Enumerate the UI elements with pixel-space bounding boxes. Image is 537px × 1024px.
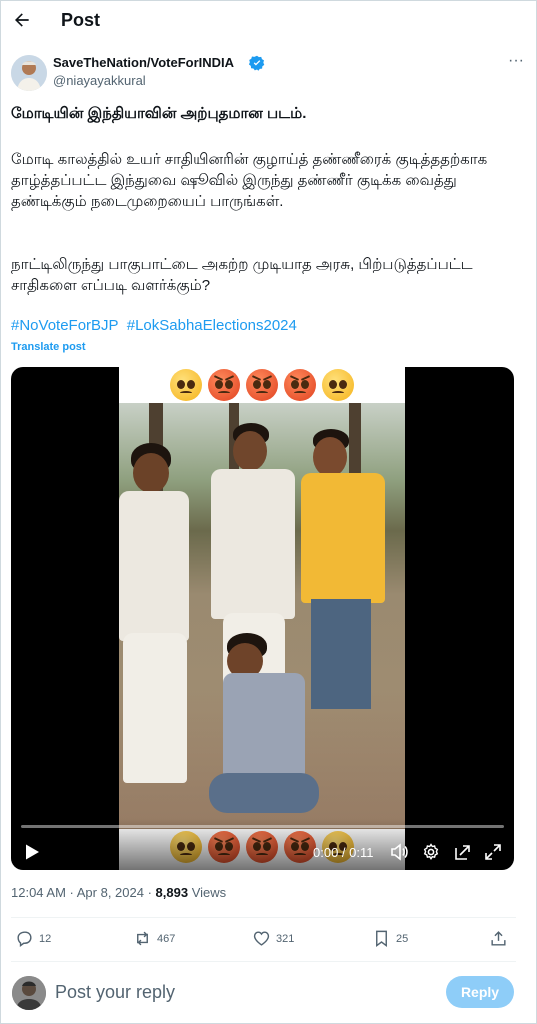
back-arrow-icon[interactable] [9, 7, 35, 33]
fullscreen-icon[interactable] [483, 842, 503, 862]
divider [11, 917, 516, 918]
volume-icon[interactable] [389, 842, 409, 862]
reply-count: 12 [39, 932, 52, 945]
views-label: Views [188, 885, 227, 900]
pleading-face-icon [170, 369, 202, 401]
top-bar: Post [1, 1, 537, 41]
video-progress-bar[interactable] [21, 825, 504, 828]
reply-icon [17, 931, 32, 948]
reply-button[interactable]: Reply [446, 976, 514, 1008]
verified-badge-icon [248, 55, 265, 71]
play-icon[interactable] [23, 843, 41, 861]
page-title: Post [61, 10, 101, 30]
post-headline: மோடியின் இந்தியாவின் அற்புதமான படம். [11, 105, 307, 122]
heart-icon [253, 931, 270, 946]
hashtag-link[interactable]: #NoVoteForBJP [11, 317, 119, 334]
post-timestamp[interactable]: 12:04 AM · Apr 8, 2024 · [11, 885, 156, 900]
divider [11, 961, 516, 962]
reply-composer: Post your reply Reply [1, 967, 537, 1021]
video-timecode: 0:00 / 0:11 [313, 845, 374, 860]
bookmark-icon [376, 930, 387, 948]
video-scene [119, 403, 405, 829]
bookmark-action[interactable]: 25 [372, 929, 408, 948]
emoji-row [119, 367, 405, 403]
action-bar: 12 467 321 25 [11, 925, 516, 953]
hashtags: #NoVoteForBJP #LokSabhaElections2024 [11, 317, 301, 334]
like-count: 321 [276, 932, 295, 945]
repost-icon [137, 931, 148, 946]
pleading-face-icon [322, 369, 354, 401]
reply-action[interactable]: 12 [15, 929, 51, 948]
more-options-icon[interactable]: ··· [506, 53, 526, 73]
share-action[interactable] [489, 929, 508, 948]
post-paragraph: மோடி காலத்தில் உயர் சாதியினரின் குழாய்த்… [11, 151, 488, 210]
pop-out-icon[interactable] [453, 842, 473, 862]
translate-post-link[interactable]: Translate post [11, 341, 86, 353]
settings-gear-icon[interactable] [421, 842, 441, 862]
author-row: SaveTheNation/VoteForINDIA @niayayakkura… [11, 53, 528, 93]
post-page: Post SaveTheNation/VoteForINDIA @niayaya… [0, 0, 537, 1024]
reply-input[interactable]: Post your reply [55, 982, 175, 1003]
author-handle[interactable]: @niayayakkural [53, 73, 146, 88]
video-controls: 0:00 / 0:11 [11, 819, 514, 870]
angry-face-icon [208, 369, 240, 401]
like-action[interactable]: 321 [252, 929, 294, 948]
bookmark-count: 25 [396, 932, 409, 945]
video-player[interactable]: 0:00 / 0:11 [11, 367, 514, 870]
author-avatar[interactable] [11, 55, 47, 91]
post-meta: 12:04 AM · Apr 8, 2024 · 8,893 Views [11, 885, 226, 900]
share-icon [491, 931, 506, 946]
repost-action[interactable]: 467 [133, 929, 175, 948]
hashtag-link[interactable]: #LokSabhaElections2024 [127, 317, 297, 334]
angry-face-icon [284, 369, 316, 401]
angry-face-icon [246, 369, 278, 401]
post-paragraph: நாட்டிலிருந்து பாகுபாட்டை அகற்ற முடியாத … [11, 256, 473, 294]
author-display-name[interactable]: SaveTheNation/VoteForINDIA [53, 55, 234, 70]
user-avatar[interactable] [12, 976, 46, 1010]
views-count: 8,893 [155, 885, 189, 900]
video-frame [119, 367, 405, 870]
repost-count: 467 [157, 932, 176, 945]
